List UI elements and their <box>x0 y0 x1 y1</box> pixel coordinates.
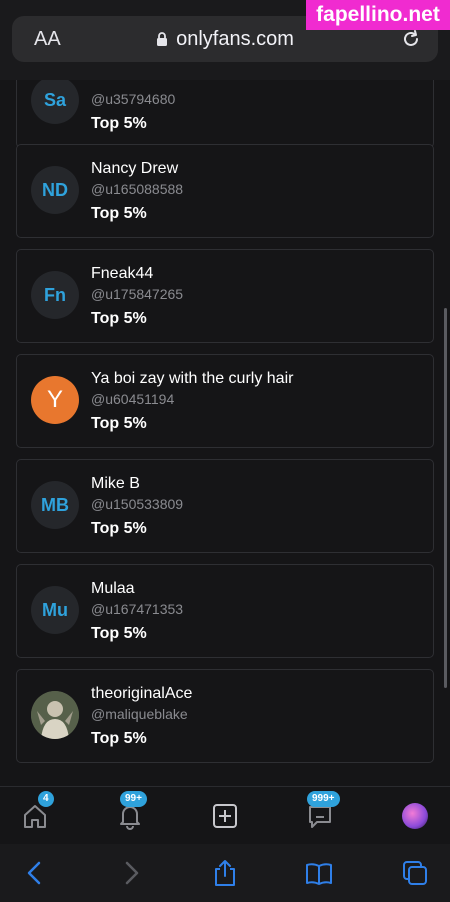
rank-label: Top 5% <box>91 310 147 327</box>
avatar[interactable] <box>402 803 428 829</box>
browser-toolbar <box>0 844 450 902</box>
notifications-badge: 99+ <box>120 791 147 807</box>
user-name[interactable]: Mike B <box>91 475 140 493</box>
user-name[interactable]: Fneak44 <box>91 265 153 283</box>
nav-add-post[interactable] <box>210 801 240 831</box>
user-handle: @maliqueblake <box>91 706 188 722</box>
url-display[interactable]: onlyfans.com <box>12 28 438 51</box>
user-name[interactable]: Ya boi zay with the curly hair <box>91 370 293 388</box>
user-handle: @u60451194 <box>91 391 175 407</box>
avatar[interactable]: MB <box>31 481 79 529</box>
reload-icon[interactable] <box>400 28 422 50</box>
rank-label: Top 5% <box>91 415 147 432</box>
messages-badge: 999+ <box>307 791 340 807</box>
share-button[interactable] <box>210 858 240 888</box>
avatar[interactable]: Y <box>31 376 79 424</box>
nav-home[interactable]: 4 <box>20 791 54 831</box>
user-handle: @u175847265 <box>91 286 184 302</box>
share-icon <box>215 860 235 886</box>
user-handle: @u150533809 <box>91 496 184 512</box>
list-item[interactable]: Sa @u35794680 Top 5% <box>16 80 434 148</box>
avatar[interactable]: Mu <box>31 586 79 634</box>
rank-label: Top 5% <box>91 730 147 747</box>
rank-label: Top 5% <box>91 115 147 132</box>
chevron-left-icon <box>27 861 41 885</box>
list-item[interactable]: MB Mike B @u150533809 Top 5% <box>16 459 434 553</box>
fans-list[interactable]: Sa @u35794680 Top 5% ND Nancy Drew @u165… <box>0 80 450 786</box>
domain-text: onlyfans.com <box>176 28 294 50</box>
user-handle: @u167471353 <box>91 601 184 617</box>
lock-icon <box>157 32 168 46</box>
list-item[interactable]: Mu Mulaa @u167471353 Top 5% <box>16 564 434 658</box>
rank-label: Top 5% <box>91 520 147 537</box>
tabs-button[interactable] <box>400 858 430 888</box>
watermark: fapellino.net <box>306 0 450 30</box>
book-icon <box>306 863 332 885</box>
profile-photo <box>31 691 79 739</box>
avatar[interactable]: Sa <box>31 80 79 124</box>
chevron-right-icon <box>125 861 139 885</box>
user-name[interactable]: Nancy Drew <box>91 160 178 178</box>
nav-notifications[interactable]: 99+ <box>115 791 147 831</box>
plus-square-icon <box>213 804 237 828</box>
list-item[interactable]: ND Nancy Drew @u165088588 Top 5% <box>16 144 434 238</box>
scrollbar[interactable] <box>444 308 447 688</box>
nav-messages[interactable]: 999+ <box>305 791 340 831</box>
avatar[interactable]: ND <box>31 166 79 214</box>
user-handle: @u165088588 <box>91 181 184 197</box>
user-name[interactable]: theoriginalAce <box>91 685 192 703</box>
bookmarks-button[interactable] <box>304 858 334 888</box>
tabs-icon <box>403 861 427 885</box>
home-badge: 4 <box>38 791 54 807</box>
avatar[interactable] <box>31 691 79 739</box>
list-item[interactable]: Y Ya boi zay with the curly hair @u60451… <box>16 354 434 448</box>
back-button[interactable] <box>20 858 50 888</box>
list-item[interactable]: theoriginalAce @maliqueblake Top 5% <box>16 669 434 763</box>
bottom-nav: 4 99+ 999+ <box>0 786 450 845</box>
user-handle: @u35794680 <box>91 91 176 107</box>
rank-label: Top 5% <box>91 625 147 642</box>
user-name[interactable]: Mulaa <box>91 580 135 598</box>
forward-button[interactable] <box>116 858 146 888</box>
list-item[interactable]: Fn Fneak44 @u175847265 Top 5% <box>16 249 434 343</box>
avatar[interactable]: Fn <box>31 271 79 319</box>
rank-label: Top 5% <box>91 205 147 222</box>
